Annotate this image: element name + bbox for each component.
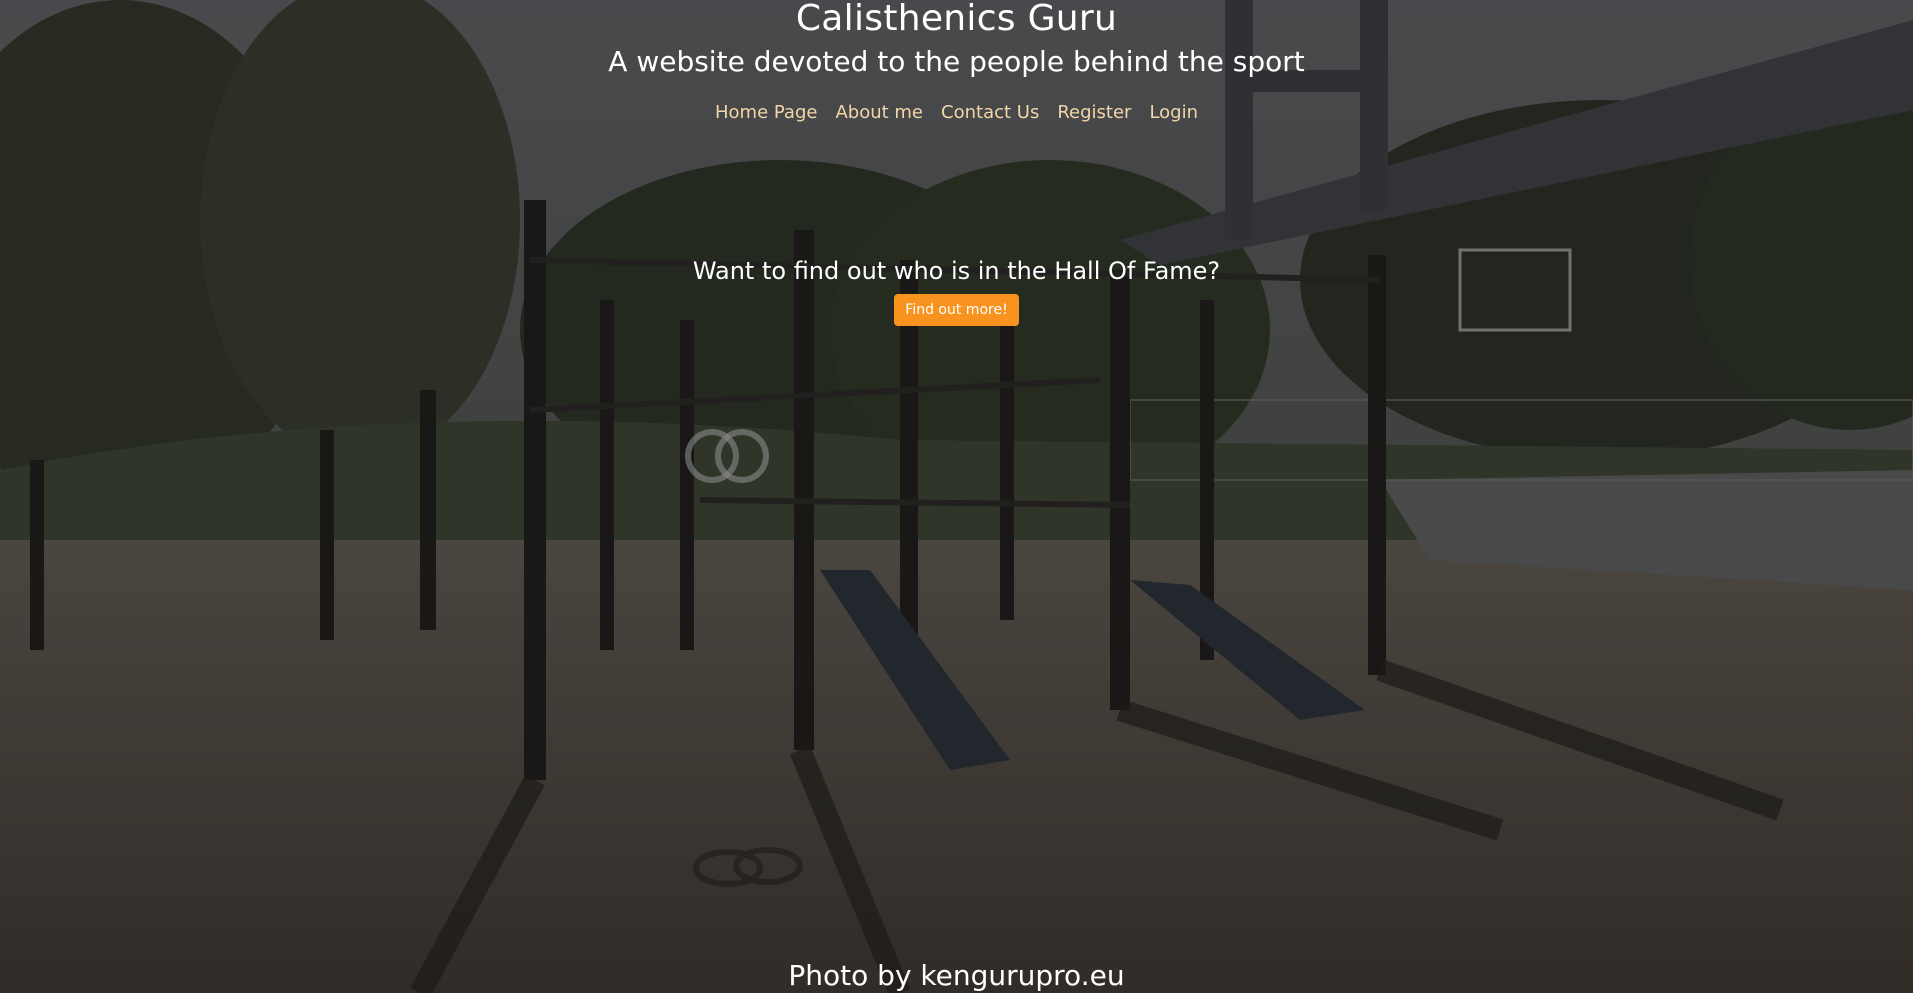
hall-of-fame-heading: Want to find out who is in the Hall Of F… — [692, 257, 1221, 285]
nav-link-login[interactable]: Login — [1149, 102, 1198, 124]
photo-credit: Photo by kengurupro.eu — [788, 959, 1125, 992]
nav-link-contact[interactable]: Contact Us — [941, 102, 1039, 124]
nav-link-about[interactable]: About me — [835, 102, 923, 124]
find-out-more-button[interactable]: Find out more! — [894, 294, 1019, 326]
nav-link-home[interactable]: Home Page — [715, 102, 817, 124]
site-title: Calisthenics Guru — [795, 0, 1118, 39]
background-dim-overlay — [0, 0, 1913, 993]
site-header: Calisthenics Guru A website devoted to t… — [0, 0, 1913, 124]
main-nav: Home Page About me Contact Us Register L… — [0, 102, 1913, 124]
nav-link-register[interactable]: Register — [1057, 102, 1131, 124]
hall-of-fame-section: Want to find out who is in the Hall Of F… — [0, 256, 1913, 326]
site-subtitle: A website devoted to the people behind t… — [608, 45, 1305, 78]
page: Calisthenics Guru A website devoted to t… — [0, 0, 1913, 993]
